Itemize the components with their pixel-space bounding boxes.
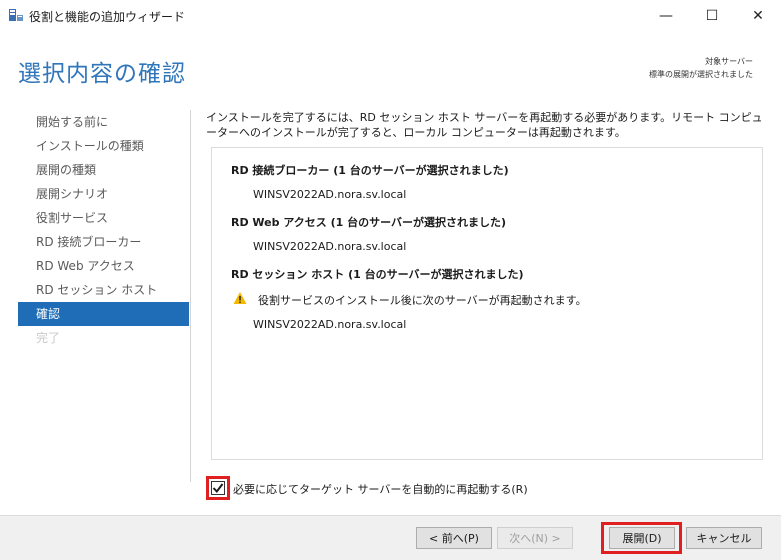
previous-button[interactable]: < 前へ(P): [416, 527, 492, 549]
nav-item-before-you-begin[interactable]: 開始する前に: [18, 110, 189, 134]
deploy-button-highlight: 展開(D): [601, 522, 682, 554]
nav-item-installation-type[interactable]: インストールの種類: [18, 134, 189, 158]
broker-server-name: WINSV2022AD.nora.sv.local: [253, 188, 407, 201]
warning-icon: [233, 292, 247, 304]
nav-item-role-services[interactable]: 役割サービス: [18, 206, 189, 230]
summary-box: RD 接続ブローカー (1 台のサーバーが選択されました) WINSV2022A…: [211, 147, 763, 460]
restart-checkbox-highlight: [206, 476, 230, 500]
web-access-server-name: WINSV2022AD.nora.sv.local: [253, 240, 407, 253]
web-access-section-heading: RD Web アクセス (1 台のサーバーが選択されました): [231, 216, 507, 229]
nav-item-rd-connection-broker[interactable]: RD 接続ブローカー: [18, 230, 189, 254]
title-bar: 役割と機能の追加ウィザード — ☐ ✕: [0, 0, 781, 31]
checkmark-icon: [212, 483, 224, 494]
close-button[interactable]: ✕: [735, 0, 781, 31]
wizard-nav: 開始する前に インストールの種類 展開の種類 展開シナリオ 役割サービス RD …: [18, 110, 189, 350]
next-button: 次へ(N) >: [497, 527, 573, 549]
restart-warning-text: 役割サービスのインストール後に次のサーバーが再起動されます。: [258, 294, 587, 307]
session-host-section-heading: RD セッション ホスト (1 台のサーバーが選択されました): [231, 268, 524, 281]
deploy-button[interactable]: 展開(D): [609, 527, 675, 549]
maximize-button[interactable]: ☐: [689, 0, 735, 31]
cancel-button[interactable]: キャンセル: [686, 527, 762, 549]
nav-item-rd-session-host[interactable]: RD セッション ホスト: [18, 278, 189, 302]
window-title: 役割と機能の追加ウィザード: [29, 10, 186, 24]
broker-section-heading: RD 接続ブローカー (1 台のサーバーが選択されました): [231, 164, 509, 177]
nav-item-deployment-type[interactable]: 展開の種類: [18, 158, 189, 182]
target-server-label: 対象サーバー: [705, 57, 753, 66]
wizard-footer: < 前へ(P) 次へ(N) > 展開(D) キャンセル: [0, 515, 781, 560]
target-server-value: 標準の展開が選択されました: [649, 70, 753, 79]
restart-checkbox[interactable]: [211, 481, 225, 495]
server-manager-icon: [9, 9, 23, 21]
page-title: 選択内容の確認: [18, 61, 186, 87]
intro-text: インストールを完了するには、RD セッション ホスト サーバーを再起動する必要が…: [206, 111, 763, 139]
minimize-button[interactable]: —: [643, 0, 689, 31]
nav-item-completion: 完了: [36, 331, 61, 345]
nav-divider: [190, 110, 191, 482]
nav-item-rd-web-access[interactable]: RD Web アクセス: [18, 254, 189, 278]
nav-item-confirmation[interactable]: 確認: [18, 302, 189, 326]
restart-checkbox-label[interactable]: 必要に応じてターゲット サーバーを自動的に再起動する(R): [233, 481, 528, 497]
nav-item-deployment-scenario[interactable]: 展開シナリオ: [18, 182, 189, 206]
session-host-server-name: WINSV2022AD.nora.sv.local: [253, 318, 407, 331]
